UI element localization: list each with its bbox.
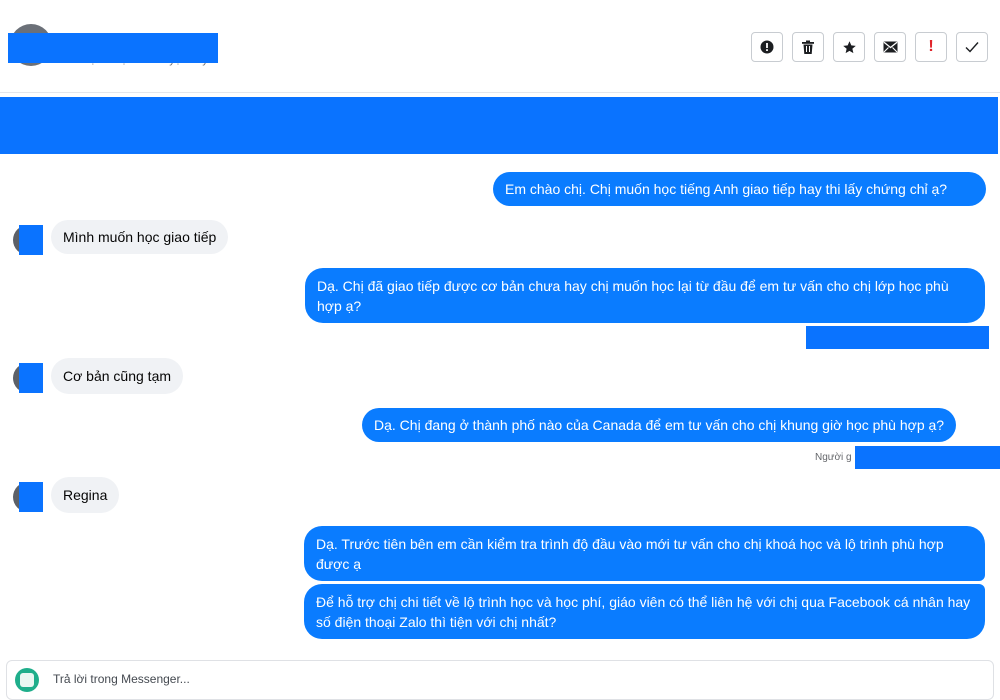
mail-icon bbox=[883, 41, 897, 53]
conversation-header: Chỉ định cuộc trò chuyện này bbox=[0, 0, 1000, 93]
sender-avatar[interactable] bbox=[13, 363, 43, 393]
redaction-block bbox=[19, 482, 43, 512]
mark-spam-button[interactable] bbox=[751, 32, 783, 62]
mark-unread-button[interactable] bbox=[874, 32, 906, 62]
message-bubble[interactable]: Cơ bản cũng tạm bbox=[51, 358, 184, 394]
message-row-outgoing: Dạ. Trước tiên bên em cần kiểm tra trình… bbox=[304, 526, 985, 581]
message-bubble[interactable]: Em chào chị. Chị muốn học tiếng Anh giao… bbox=[493, 172, 986, 206]
message-row-incoming: Regina bbox=[51, 477, 120, 513]
redaction-block bbox=[806, 326, 989, 349]
message-bubble[interactable]: Dạ. Chị đã giao tiếp được cơ bản chưa ha… bbox=[305, 268, 985, 323]
sender-avatar[interactable] bbox=[13, 225, 43, 255]
message-row-incoming: Mình muốn học giao tiếp bbox=[51, 220, 229, 254]
follow-up-button[interactable]: ! bbox=[915, 32, 947, 62]
redaction-block bbox=[19, 363, 43, 393]
seen-by-label: Người g bbox=[815, 452, 852, 463]
redaction-block bbox=[855, 446, 1000, 469]
mark-done-button[interactable] bbox=[956, 32, 988, 62]
header-actions: ! bbox=[751, 32, 988, 62]
star-icon bbox=[842, 40, 856, 53]
exclamation-icon: ! bbox=[928, 38, 934, 55]
redaction-block bbox=[0, 97, 998, 154]
trash-icon bbox=[802, 40, 814, 54]
message-row-outgoing: Dạ. Chị đã giao tiếp được cơ bản chưa ha… bbox=[305, 268, 985, 323]
message-bubble[interactable]: Để hỗ trợ chị chi tiết về lộ trình học v… bbox=[304, 584, 985, 639]
message-row-outgoing: Dạ. Chị đang ở thành phố nào của Canada … bbox=[362, 408, 957, 442]
message-row-incoming: Cơ bản cũng tạm bbox=[51, 358, 184, 394]
message-row-outgoing: Em chào chị. Chị muốn học tiếng Anh giao… bbox=[493, 172, 986, 206]
delete-button[interactable] bbox=[792, 32, 824, 62]
message-row-outgoing: Để hỗ trợ chị chi tiết về lộ trình học v… bbox=[304, 584, 985, 639]
alert-circle-icon bbox=[760, 40, 774, 54]
reply-composer bbox=[6, 660, 994, 700]
message-bubble[interactable]: Dạ. Chị đang ở thành phố nào của Canada … bbox=[362, 408, 957, 442]
message-bubble[interactable]: Dạ. Trước tiên bên em cần kiểm tra trình… bbox=[304, 526, 985, 581]
reply-input[interactable] bbox=[53, 672, 653, 686]
redaction-block bbox=[8, 33, 218, 63]
check-icon bbox=[965, 42, 979, 53]
message-bubble[interactable]: Mình muốn học giao tiếp bbox=[51, 220, 229, 254]
redaction-block bbox=[19, 225, 43, 255]
star-button[interactable] bbox=[833, 32, 865, 62]
page-avatar bbox=[15, 668, 39, 692]
sender-avatar[interactable] bbox=[13, 482, 43, 512]
message-bubble[interactable]: Regina bbox=[51, 477, 120, 513]
